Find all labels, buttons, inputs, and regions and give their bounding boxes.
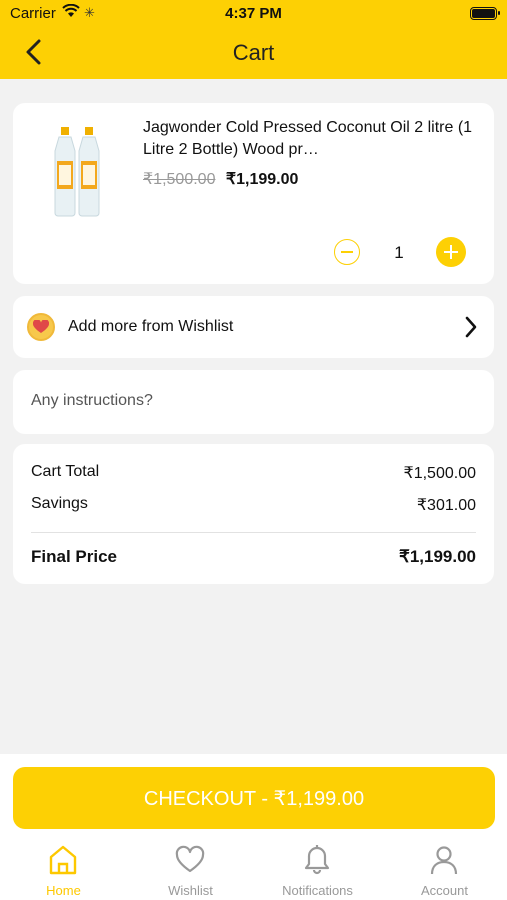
status-time: 4:37 PM xyxy=(225,5,282,22)
tab-notifications-label: Notifications xyxy=(282,883,353,898)
checkout-button[interactable]: CHECKOUT - ₹1,199.00 xyxy=(13,767,495,829)
summary-divider xyxy=(31,532,476,533)
tab-wishlist[interactable]: Wishlist xyxy=(127,838,254,900)
battery-icon xyxy=(470,7,500,20)
decrease-quantity-button[interactable] xyxy=(334,239,360,265)
instructions-input[interactable] xyxy=(31,392,471,410)
bell-icon xyxy=(304,845,330,875)
status-bar: Carrier ✳ 4:37 PM xyxy=(0,0,507,28)
price-summary-card: Cart Total ₹1,500.00 Savings ₹301.00 Fin… xyxy=(13,444,494,584)
cart-total-label: Cart Total xyxy=(31,463,100,480)
product-name[interactable]: Jagwonder Cold Pressed Coconut Oil 2 lit… xyxy=(143,117,483,161)
price-row: ₹1,500.00 ₹1,199.00 xyxy=(143,169,298,189)
quantity-stepper: 1 xyxy=(334,237,466,267)
page-title: Cart xyxy=(232,40,275,65)
quantity-value: 1 xyxy=(394,243,404,262)
wishlist-label: Add more from Wishlist xyxy=(68,318,234,335)
user-icon xyxy=(430,846,458,875)
cart-item-card: Jagwonder Cold Pressed Coconut Oil 2 lit… xyxy=(13,103,494,284)
tab-bar: Home Wishlist Notifications Account xyxy=(0,838,507,900)
heart-icon xyxy=(27,313,55,341)
chevron-right-icon xyxy=(465,316,477,338)
original-price: ₹1,500.00 xyxy=(143,171,216,188)
increase-quantity-button[interactable] xyxy=(436,237,466,267)
final-price-label: Final Price xyxy=(31,547,117,566)
tab-home-label: Home xyxy=(46,883,81,898)
savings-value: ₹301.00 xyxy=(416,497,476,514)
savings-label: Savings xyxy=(31,495,88,512)
product-image xyxy=(54,127,100,217)
sale-price: ₹1,199.00 xyxy=(225,171,299,188)
tab-account[interactable]: Account xyxy=(381,838,507,900)
tab-home[interactable]: Home xyxy=(0,838,127,900)
instructions-card xyxy=(13,370,494,434)
tab-notifications[interactable]: Notifications xyxy=(254,838,381,900)
home-icon xyxy=(49,845,77,875)
final-price-value: ₹1,199.00 xyxy=(399,547,476,566)
add-from-wishlist-row[interactable]: Add more from Wishlist xyxy=(13,296,494,358)
header-bar: Carrier ✳ 4:37 PM Cart xyxy=(0,0,507,79)
heart-outline-icon xyxy=(175,845,205,873)
tab-account-label: Account xyxy=(421,883,468,898)
tab-wishlist-label: Wishlist xyxy=(168,883,213,898)
cart-total-value: ₹1,500.00 xyxy=(403,465,476,482)
